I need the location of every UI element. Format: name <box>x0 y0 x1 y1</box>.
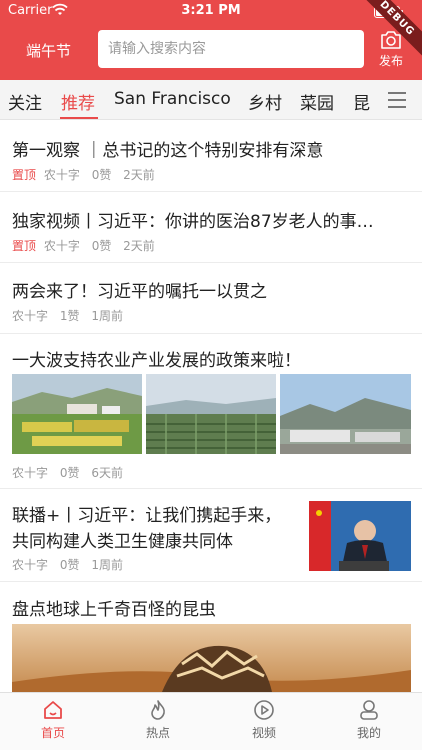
article-source: 农十字 <box>12 309 49 323</box>
article-title[interactable]: 盘点地球上千奇百怪的昆虫 <box>12 595 412 620</box>
pinned-badge: 置顶 <box>12 239 37 253</box>
festival-label[interactable]: 端午节 <box>26 40 71 61</box>
search-input[interactable] <box>98 30 364 68</box>
article-time: 1周前 <box>91 309 123 323</box>
article-meta: 置顶 农十字 0赞 2天前 <box>12 237 163 254</box>
list-item[interactable]: 第一观察 ｜总书记的这个特别安排有深意 置顶 农十字 0赞 2天前 <box>0 121 422 192</box>
article-meta: 农十字 0赞 1周前 <box>12 556 131 573</box>
article-meta: 置顶 农十字 0赞 2天前 <box>12 166 163 183</box>
article-title[interactable]: 独家视频丨习近平：你讲的医治87岁老人的事… <box>12 207 412 232</box>
tabbar-hot[interactable]: 热点 <box>128 699 188 741</box>
list-item[interactable]: 盘点地球上千奇百怪的昆虫 <box>0 582 422 692</box>
news-feed[interactable]: 第一观察 ｜总书记的这个特别安排有深意 置顶 农十字 0赞 2天前 独家视频丨习… <box>0 121 422 692</box>
article-source: 农十字 <box>12 558 49 572</box>
publish-label: 发布 <box>378 54 403 68</box>
article-likes: 0赞 <box>91 168 112 182</box>
article-title-line1[interactable]: 联播+丨习近平：让我们携起手来， <box>12 501 298 526</box>
camera-icon <box>381 31 401 49</box>
article-title[interactable]: 第一观察 ｜总书记的这个特别安排有深意 <box>12 136 412 161</box>
list-item[interactable]: 两会来了！习近平的嘱托一以贯之 农十字 1赞 1周前 <box>0 263 422 334</box>
list-item[interactable]: 一大波支持农业产业发展的政策来啦！ 农十字 0赞 6天前 <box>0 334 422 489</box>
list-item[interactable]: 联播+丨习近平：让我们携起手来， 共同构建人类卫生健康共同体 农十字 0赞 1周… <box>0 489 422 582</box>
article-title-line2[interactable]: 共同构建人类卫生健康共同体 <box>12 527 298 552</box>
article-time: 2天前 <box>123 168 155 182</box>
article-time: 2天前 <box>123 239 155 253</box>
play-circle-icon <box>254 700 274 720</box>
active-tab-indicator <box>60 117 98 119</box>
article-likes: 0赞 <box>59 466 80 480</box>
flame-icon <box>151 700 165 720</box>
tabbar-mine[interactable]: 我的 <box>339 699 399 741</box>
article-time: 6天前 <box>91 466 123 480</box>
article-meta: 农十字 1赞 1周前 <box>12 307 131 324</box>
hamburger-icon[interactable] <box>384 88 410 112</box>
status-bar: Carrier 3:21 PM <box>0 0 422 22</box>
bottom-tab-bar: 首页 热点 视频 我的 <box>0 692 422 750</box>
article-source: 农十字 <box>12 466 49 480</box>
tabbar-label: 视频 <box>251 726 276 740</box>
user-icon <box>360 700 378 720</box>
publish-button[interactable]: 发布 <box>372 30 410 70</box>
article-thumbnail[interactable] <box>146 374 276 454</box>
article-source: 农十字 <box>43 168 80 182</box>
article-title[interactable]: 两会来了！习近平的嘱托一以贯之 <box>12 277 412 302</box>
category-tabs: 关注 推荐 San Francisco 乡村 菜园 昆 <box>0 80 422 120</box>
app-header: Carrier 3:21 PM DEBUG 端午节 发布 <box>0 0 422 80</box>
tab-follow[interactable]: 关注 <box>8 89 42 114</box>
search-box[interactable] <box>98 30 364 68</box>
article-likes: 1赞 <box>59 309 80 323</box>
list-item[interactable]: 独家视频丨习近平：你讲的医治87岁老人的事… 置顶 农十字 0赞 2天前 <box>0 192 422 263</box>
tabbar-home[interactable]: 首页 <box>23 699 83 741</box>
tabbar-label: 热点 <box>145 726 170 740</box>
article-title[interactable]: 一大波支持农业产业发展的政策来啦！ <box>12 346 412 371</box>
home-icon <box>44 701 62 719</box>
article-likes: 0赞 <box>59 558 80 572</box>
tab-san-francisco[interactable]: San Francisco <box>114 89 231 109</box>
tabbar-video[interactable]: 视频 <box>234 699 294 741</box>
article-thumbnail[interactable] <box>280 374 411 454</box>
clock: 3:21 PM <box>181 3 241 18</box>
tab-recommend[interactable]: 推荐 <box>61 89 95 114</box>
article-meta: 农十字 0赞 6天前 <box>12 464 131 481</box>
article-thumbnail[interactable] <box>12 624 411 692</box>
article-thumbnail[interactable] <box>309 501 411 571</box>
article-likes: 0赞 <box>91 239 112 253</box>
article-time: 1周前 <box>91 558 123 572</box>
tabbar-label: 首页 <box>40 726 65 740</box>
tab-garden[interactable]: 菜园 <box>300 89 334 114</box>
tabbar-label: 我的 <box>356 726 381 740</box>
tab-kun[interactable]: 昆 <box>353 89 370 114</box>
article-source: 农十字 <box>43 239 80 253</box>
pinned-badge: 置顶 <box>12 168 37 182</box>
tab-village[interactable]: 乡村 <box>248 89 282 114</box>
article-thumbnail[interactable] <box>12 374 142 454</box>
